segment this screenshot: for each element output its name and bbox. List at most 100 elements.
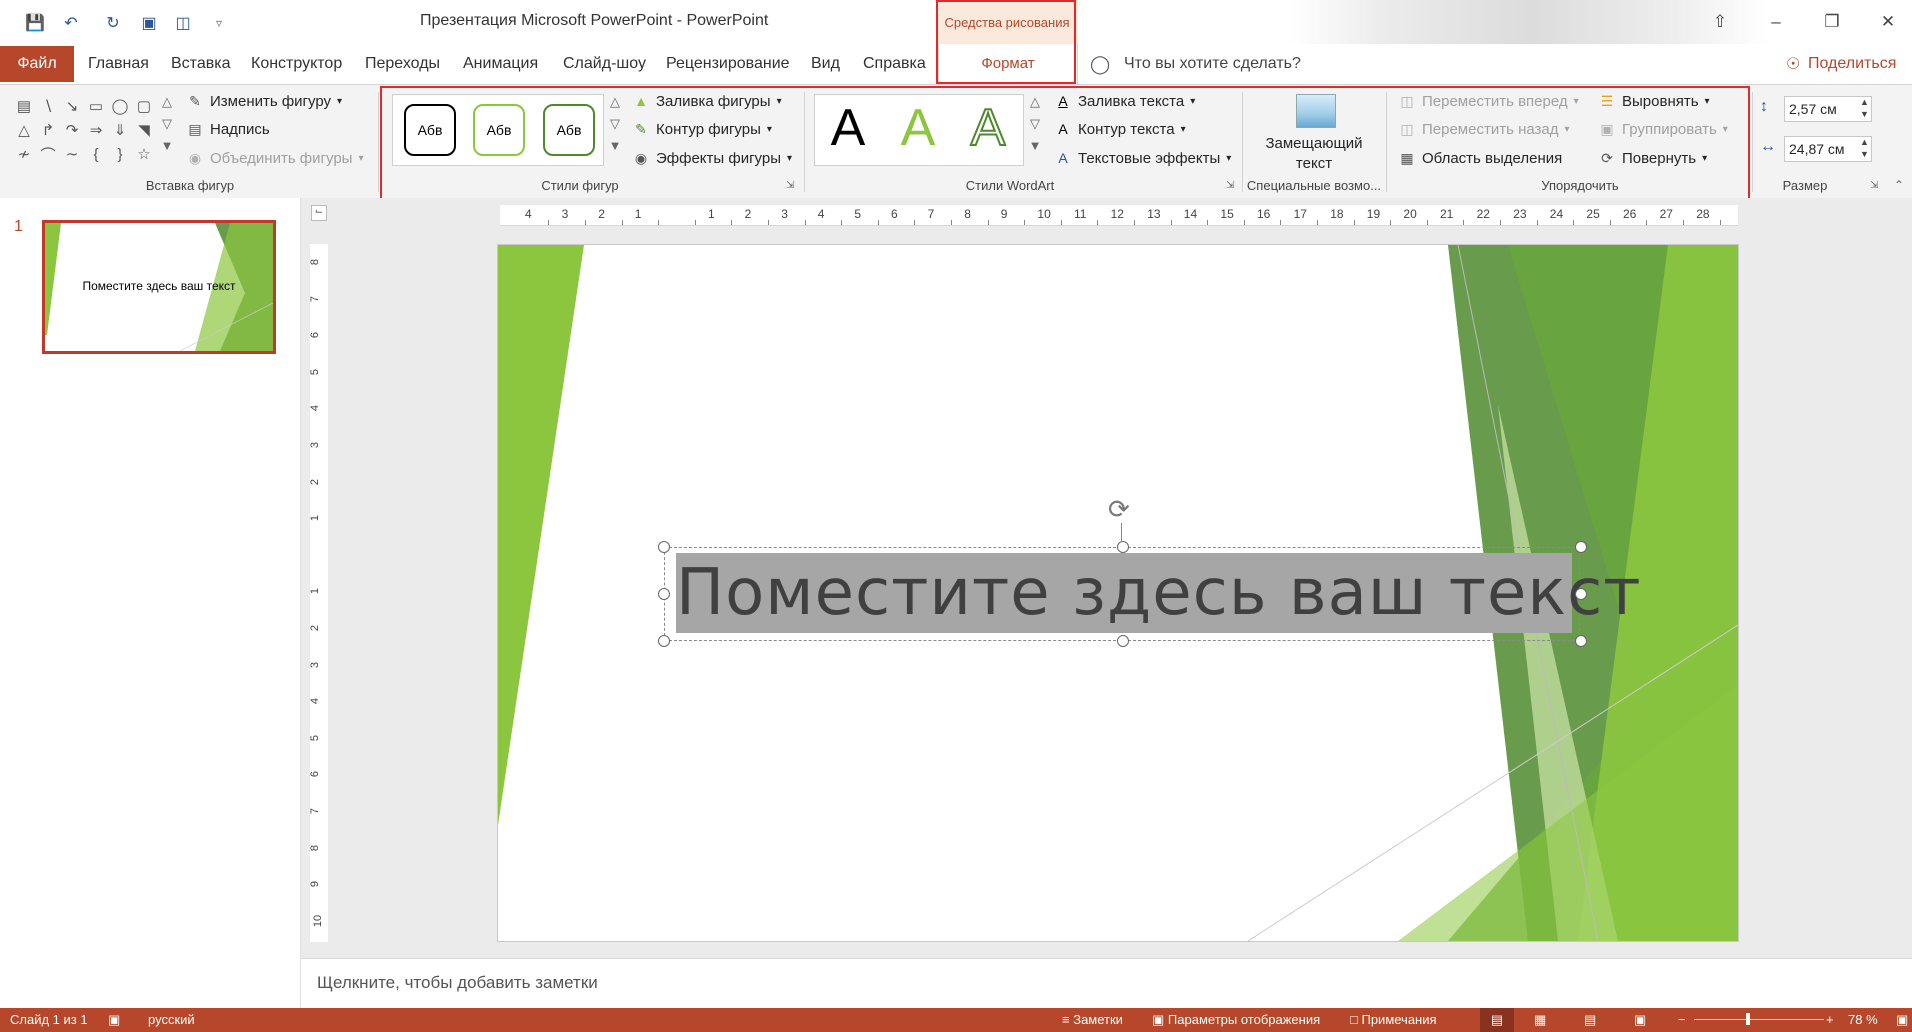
scroll-down-icon[interactable]: ▽ (162, 116, 172, 132)
close-button[interactable]: ✕ (1868, 10, 1908, 34)
shape-styles-scroll[interactable]: △ ▽ ▼ (606, 94, 624, 153)
tab-slideshow[interactable]: Слайд-шоу (563, 44, 646, 84)
tab-review[interactable]: Рецензирование (666, 44, 790, 84)
bring-forward-button[interactable]: ◫ Переместить вперед ▾ (1398, 92, 1578, 110)
resize-handle[interactable] (1575, 588, 1587, 600)
zoom-in-button[interactable]: + (1826, 1008, 1834, 1032)
shape-style-green[interactable]: Абв (543, 104, 595, 156)
undo-icon[interactable]: ↶ (58, 10, 84, 36)
resize-handle[interactable] (1117, 635, 1129, 647)
more-icon[interactable]: ▼ (1029, 138, 1042, 153)
language-indicator[interactable]: русский (148, 1008, 195, 1032)
comments-button[interactable]: □ Примечания (1350, 1008, 1437, 1032)
shapes-gallery-scroll[interactable]: △ ▽ ▼ (158, 94, 176, 153)
notes-pane[interactable]: Щелкните, чтобы добавить заметки (301, 958, 1912, 1009)
wordart-style-lightgreen[interactable]: A (888, 98, 948, 158)
freeform-shape-icon[interactable]: ∼ (60, 142, 84, 166)
display-settings-button[interactable]: ▣ Параметры отображения (1152, 1008, 1320, 1032)
scroll-up-icon[interactable]: △ (162, 94, 172, 110)
resize-handle[interactable] (1575, 635, 1587, 647)
merge-shapes-button[interactable]: ◉ Объединить фигуры ▾ (186, 149, 364, 167)
more-icon[interactable]: ▼ (161, 138, 174, 153)
rectangle-shape-icon[interactable]: ▭ (84, 94, 108, 118)
tab-file[interactable]: Файл (0, 46, 74, 82)
arrow-line-shape-icon[interactable]: ↘ (60, 94, 84, 118)
slide-sorter-view-button[interactable]: ▦ (1534, 1008, 1546, 1032)
slideshow-view-button[interactable]: ▣ (1634, 1008, 1646, 1032)
tab-stop-selector[interactable]: ⌙ (311, 205, 327, 221)
resize-handle[interactable] (1117, 541, 1129, 553)
shape-outline-button[interactable]: ✎ Контур фигуры ▾ (632, 120, 772, 138)
alt-text-button[interactable]: Замещающий текст (1254, 134, 1374, 174)
elbow-connector-icon[interactable]: ↱ (36, 118, 60, 142)
shape-width-input[interactable]: 24,87 см (1784, 136, 1872, 162)
zoom-level[interactable]: 78 % (1848, 1008, 1878, 1032)
dialog-launcher-icon[interactable]: ⇲ (1870, 180, 1878, 191)
present-icon[interactable]: ◫ (170, 10, 196, 36)
more-icon[interactable]: ▼ (609, 138, 622, 153)
scroll-up-icon[interactable]: △ (1030, 94, 1040, 110)
scribble-shape-icon[interactable]: ≁ (12, 142, 36, 166)
right-arrow-shape-icon[interactable]: ⇒ (84, 118, 108, 142)
zoom-slider-thumb[interactable] (1746, 1013, 1751, 1025)
horizontal-ruler[interactable]: 4 3 2 1 1 2 3 4 5 6 7 8 9 10 11 12 13 14 15 16 17 18 19 20 21 22 2… (500, 205, 1738, 226)
oval-shape-icon[interactable]: ◯ (108, 94, 132, 118)
fit-slide-icon[interactable]: ▣ (1896, 1008, 1908, 1032)
share-person-icon[interactable]: ☉ (1786, 54, 1800, 74)
shape-style-lightgreen[interactable]: Абв (473, 104, 525, 156)
resize-handle[interactable] (658, 635, 670, 647)
present-from-start-icon[interactable]: ▣ (136, 10, 162, 36)
scroll-up-icon[interactable]: △ (610, 94, 620, 110)
line-shape-icon[interactable]: ∖ (36, 94, 60, 118)
send-backward-button[interactable]: ◫ Переместить назад ▾ (1398, 120, 1569, 138)
arc-shape-icon[interactable]: ⌒ (36, 142, 60, 166)
slide-canvas[interactable]: Поместите здесь ваш текст ⟳ (497, 244, 1739, 942)
height-spinner-icon[interactable]: ▲ ▼ (1860, 96, 1869, 120)
dialog-launcher-icon[interactable]: ⇲ (1226, 180, 1234, 191)
restore-button[interactable]: ❐ (1812, 10, 1852, 34)
scroll-down-icon[interactable]: ▽ (610, 116, 620, 132)
rounded-rect-shape-icon[interactable]: ▢ (132, 94, 156, 118)
shape-effects-button[interactable]: ◉ Эффекты фигуры ▾ (632, 149, 792, 167)
scroll-down-icon[interactable]: ▽ (1030, 116, 1040, 132)
group-objects-button[interactable]: ▣ Группировать ▾ (1598, 120, 1727, 138)
text-fill-button[interactable]: A Заливка текста ▾ (1054, 92, 1195, 110)
rotate-handle-icon[interactable]: ⟳ (1108, 495, 1130, 523)
dialog-launcher-icon[interactable]: ⇲ (786, 180, 794, 191)
text-box-button[interactable]: ▤ Надпись (186, 120, 269, 138)
wordart-style-outline-green[interactable]: A (958, 98, 1018, 158)
rotate-button[interactable]: ⟳ Повернуть ▾ (1598, 149, 1707, 167)
curved-connector-icon[interactable]: ↷ (60, 118, 84, 142)
vertical-ruler[interactable]: 8 7 6 5 4 3 2 1 1 2 3 4 5 6 7 8 9 10 (309, 244, 328, 942)
spell-check-icon[interactable]: ▣ (108, 1008, 120, 1032)
wordart-style-black[interactable]: A (818, 98, 878, 158)
star-shape-icon[interactable]: ☆ (132, 142, 156, 166)
shapes-gallery[interactable]: ▤ ∖ ↘ ▭ ◯ ▢ △ ↱ ↷ ⇒ ⇓ ◥ ≁ ⌒ ∼ { } ☆ (12, 94, 162, 166)
left-brace-shape-icon[interactable]: { (84, 142, 108, 166)
tab-home[interactable]: Главная (88, 44, 149, 84)
tell-me-search[interactable]: Что вы хотите сделать? (1124, 44, 1301, 84)
shape-fill-button[interactable]: ▲ Заливка фигуры ▾ (632, 92, 782, 110)
notes-toggle-button[interactable]: ≡ Заметки (1062, 1008, 1123, 1032)
resize-handle[interactable] (658, 541, 670, 553)
alt-text-icon[interactable] (1296, 94, 1336, 128)
normal-view-button[interactable]: ▤ (1480, 1008, 1514, 1032)
ribbon-display-options-icon[interactable]: ⇧ (1700, 10, 1740, 34)
selection-pane-button[interactable]: ▦ Область выделения (1398, 149, 1562, 167)
resize-handle[interactable] (1575, 541, 1587, 553)
tab-design[interactable]: Конструктор (251, 44, 342, 84)
collapse-ribbon-icon[interactable]: ⌃ (1894, 178, 1904, 192)
slide-title-text[interactable]: Поместите здесь ваш текст (676, 551, 1641, 635)
tab-view[interactable]: Вид (811, 44, 840, 84)
shape-style-black[interactable]: Абв (404, 104, 456, 156)
callout-shape-icon[interactable]: ◥ (132, 118, 156, 142)
tab-animations[interactable]: Анимация (463, 44, 538, 84)
customize-qat-icon[interactable]: ▿ (206, 10, 232, 36)
tab-transitions[interactable]: Переходы (365, 44, 440, 84)
text-effects-button[interactable]: A Текстовые эффекты ▾ (1054, 149, 1231, 167)
textbox-shape-icon[interactable]: ▤ (12, 94, 36, 118)
wordart-scroll[interactable]: △ ▽ ▼ (1026, 94, 1044, 153)
reading-view-button[interactable]: ▤ (1584, 1008, 1596, 1032)
width-spinner-icon[interactable]: ▲ ▼ (1860, 136, 1869, 160)
align-button[interactable]: ☰ Выровнять ▾ (1598, 92, 1710, 110)
